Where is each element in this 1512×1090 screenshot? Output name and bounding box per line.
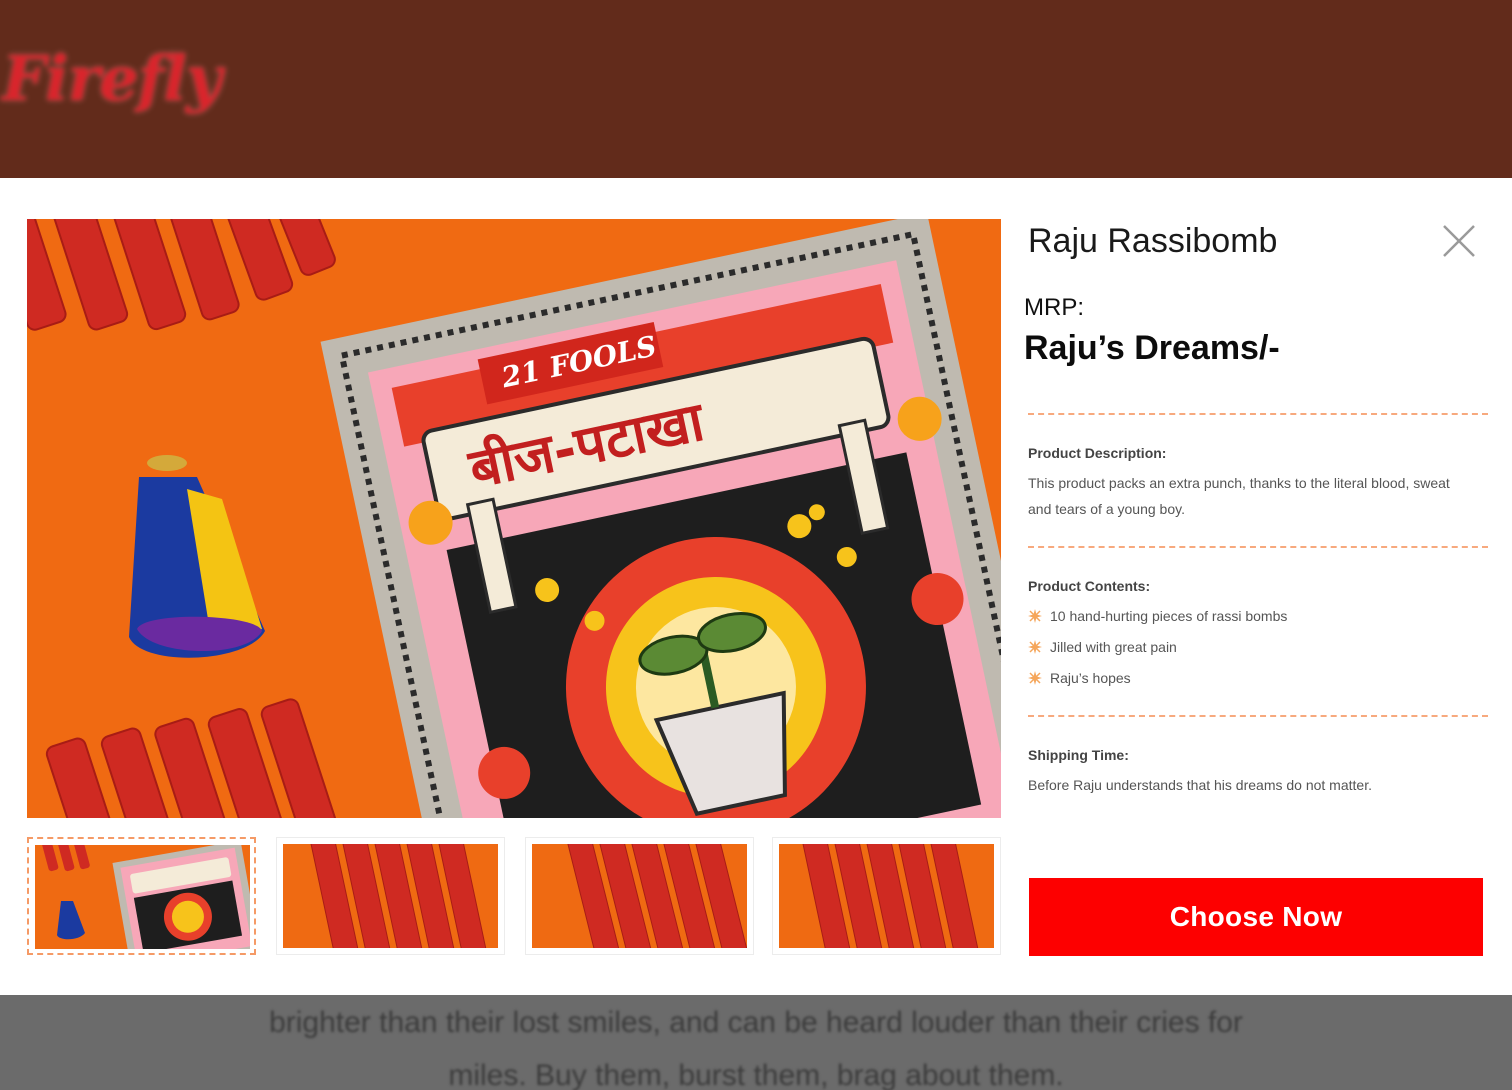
contents-item-label: Jilled with great pain <box>1050 639 1177 655</box>
mrp-label: MRP: <box>1024 294 1084 321</box>
divider <box>1028 413 1488 415</box>
description-heading: Product Description: <box>1028 445 1167 461</box>
shipping-heading: Shipping Time: <box>1028 747 1129 763</box>
background-text-line-2: miles. Buy them, burst them, brag about … <box>448 1059 1064 1090</box>
product-main-image: 21 FOOLS बीज-पटाखा <box>27 219 1001 818</box>
thumbnail-1[interactable] <box>27 837 256 955</box>
contents-item-label: 10 hand-hurting pieces of rassi bombs <box>1050 608 1288 624</box>
description-text: This product packs an extra punch, thank… <box>1028 475 1450 517</box>
product-details-panel: Raju Rassibomb MRP: Raju’s Dreams/- Prod… <box>1022 178 1492 995</box>
mrp-value: Raju’s Dreams/- <box>1024 329 1280 367</box>
site-logo: Firefly <box>2 42 222 115</box>
divider <box>1028 546 1488 548</box>
shipping-text: Before Raju understands that his dreams … <box>1028 777 1372 793</box>
contents-item-label: Raju’s hopes <box>1050 670 1131 686</box>
thumbnail-2[interactable] <box>276 837 505 955</box>
thumbnail-4[interactable] <box>772 837 1001 955</box>
sparkle-icon <box>1028 609 1042 623</box>
thumbnail-3[interactable] <box>525 837 754 955</box>
thumbnail-strip <box>27 837 1001 957</box>
contents-item: Raju’s hopes <box>1028 670 1131 686</box>
choose-now-button[interactable]: Choose Now <box>1029 878 1483 956</box>
product-modal: 21 FOOLS बीज-पटाखा Raju Rassibomb MRP: R… <box>0 178 1512 995</box>
site-header <box>0 0 1512 178</box>
sparkle-icon <box>1028 640 1042 654</box>
close-icon[interactable] <box>1440 222 1478 260</box>
contents-item: Jilled with great pain <box>1028 639 1177 655</box>
contents-item: 10 hand-hurting pieces of rassi bombs <box>1028 608 1287 624</box>
product-title: Raju Rassibomb <box>1028 222 1278 260</box>
divider <box>1028 715 1488 717</box>
sparkle-icon <box>1028 671 1042 685</box>
background-text-line-1: brighter than their lost smiles, and can… <box>269 1006 1243 1039</box>
contents-heading: Product Contents: <box>1028 578 1151 594</box>
